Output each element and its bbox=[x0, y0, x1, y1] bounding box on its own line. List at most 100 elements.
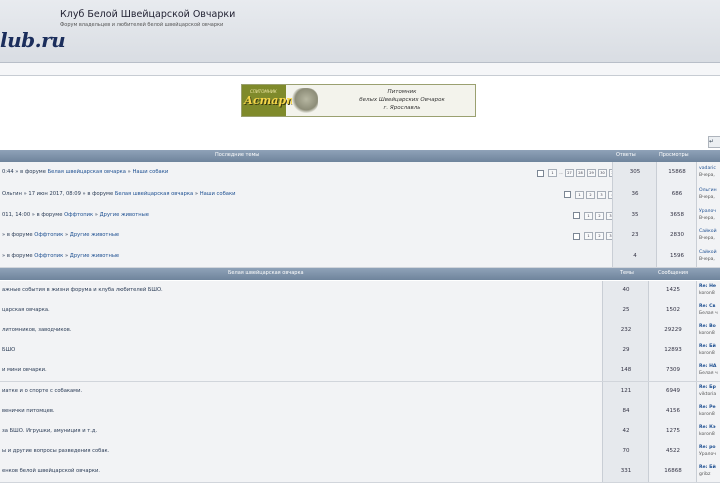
pages-icon bbox=[573, 232, 580, 240]
last-post-cell: Re: Кэ koron8 bbox=[696, 421, 720, 442]
forum-row[interactable]: ы и другие вопросы разведения собак. 70 45… bbox=[0, 441, 720, 463]
recent-topics-title: Последние темы bbox=[215, 152, 260, 158]
pagination: 1234 bbox=[564, 184, 617, 205]
forum-cell: енков белой швейцарской овчарки. bbox=[0, 461, 602, 482]
last-post-link[interactable]: Re: Бр bbox=[699, 385, 716, 390]
subforum-link[interactable]: Другие животные bbox=[100, 212, 149, 218]
page-link[interactable]: 27 bbox=[565, 169, 574, 177]
forum-link[interactable]: Белая швейцарская овчарка bbox=[48, 169, 126, 175]
last-post-author[interactable]: gribz bbox=[699, 472, 710, 477]
page-link[interactable]: 1 bbox=[584, 211, 593, 220]
page-link[interactable]: 1 bbox=[575, 190, 584, 199]
banner-line-3: г. Ярославль bbox=[383, 105, 421, 112]
jump-button[interactable]: ↵ bbox=[708, 136, 720, 148]
subforum-link[interactable]: Другие животные bbox=[70, 253, 119, 259]
forum-description[interactable]: енков белой швейцарской овчарки. bbox=[2, 468, 100, 474]
forum-row[interactable]: ажные события в жизни форума и клуба люб… bbox=[0, 281, 720, 302]
page-link[interactable]: 2 bbox=[595, 211, 604, 220]
topic-prefix: 011, 14:00 » в форуме bbox=[2, 211, 65, 218]
forum-row[interactable]: литомников, заводчиков. 232 29229 Re: Во kor… bbox=[0, 321, 720, 343]
last-post-author[interactable]: Уралоч bbox=[699, 209, 716, 214]
last-post-link[interactable]: Re: Не bbox=[699, 284, 716, 289]
page-link[interactable]: 2 bbox=[595, 232, 604, 240]
last-post-link[interactable]: Re: НА bbox=[699, 364, 717, 369]
forum-link[interactable]: Оффтопик bbox=[64, 212, 93, 218]
topic-row[interactable]: 011, 14:00 » в форуме Оффтопик » Другие … bbox=[0, 205, 720, 227]
last-post-link[interactable]: Re: ро bbox=[699, 445, 716, 450]
topic-row[interactable]: 0:44 » в форуме Белая швейцарская овчарк… bbox=[0, 162, 720, 185]
forum-cell: и мини овчарки. bbox=[0, 361, 602, 382]
site-logo[interactable]: lub.ru bbox=[0, 28, 66, 52]
page-link[interactable]: 1 bbox=[584, 232, 593, 240]
last-post-author[interactable]: Сайкой bbox=[699, 229, 717, 234]
last-post-author[interactable]: koron8 bbox=[699, 432, 715, 437]
category-title[interactable]: Белая швейцарская овчарка bbox=[228, 270, 304, 276]
page-link[interactable]: 28 bbox=[576, 169, 585, 177]
last-post-cell: Сайкой Вчера, bbox=[696, 226, 720, 246]
forum-row[interactable]: за БШО. Игрушки, амуниция и т.д. 42 1275 Re… bbox=[0, 421, 720, 443]
forum-description[interactable]: ажные события в жизни форума и клуба люб… bbox=[2, 287, 163, 293]
forum-cell: литомников, заводчиков. bbox=[0, 321, 602, 342]
forum-row[interactable]: БШО 29 12893 Re: Бй koron8 bbox=[0, 341, 720, 363]
topic-row[interactable]: » в форуме Оффтопик » Другие животные 1 2 3… bbox=[0, 226, 720, 247]
last-post-link[interactable]: Re: Св bbox=[699, 304, 715, 309]
last-post-cell: Сайкой Вчера, bbox=[696, 246, 720, 267]
last-post-link[interactable]: Re: Бй bbox=[699, 465, 716, 470]
page-link[interactable]: 2 bbox=[586, 190, 595, 199]
site-title[interactable]: Клуб Белой Швейцарской Овчарки bbox=[60, 9, 235, 20]
last-post-author[interactable]: Сайкой bbox=[699, 250, 717, 255]
topic-cell: Ольгин » 17 июн 2017, 08:09 » в форуме Б… bbox=[0, 184, 617, 205]
forum-description[interactable]: венички питомцев. bbox=[2, 408, 55, 414]
forum-link[interactable]: Оффтопик bbox=[34, 253, 63, 259]
reply-count: 23 bbox=[631, 232, 639, 238]
last-post-author[interactable]: Уралоч bbox=[699, 452, 716, 457]
forum-description[interactable]: царская овчарка. bbox=[2, 307, 50, 313]
forum-description[interactable]: и мини овчарки. bbox=[2, 367, 47, 373]
forum-description[interactable]: литомников, заводчиков. bbox=[2, 327, 71, 333]
last-post-link[interactable]: Re: Ре bbox=[699, 405, 716, 410]
kennel-banner[interactable]: СПИТОМНИК Астарта Питомник белых Швейцар… bbox=[241, 84, 476, 117]
subforum-link[interactable]: Наши собаки bbox=[132, 169, 168, 175]
page-link[interactable]: 1 bbox=[548, 169, 557, 177]
last-post-cell: Re: Бй koron8 bbox=[696, 341, 720, 362]
reply-count: 35 bbox=[631, 211, 639, 218]
forum-description[interactable]: ы и другие вопросы разведения собак. bbox=[2, 448, 109, 454]
forum-row[interactable]: царская овчарка. 25 1502 Re: Св Белая ч bbox=[0, 301, 720, 323]
forum-description[interactable]: за БШО. Игрушки, амуниция и т.д. bbox=[2, 428, 97, 434]
last-post-time: Вчера, bbox=[699, 256, 715, 262]
last-post-link[interactable]: Re: Бй bbox=[699, 344, 716, 349]
page-link[interactable]: 29 bbox=[587, 169, 596, 177]
last-post-link[interactable]: Re: Во bbox=[699, 324, 716, 329]
last-post-author[interactable]: koron8 bbox=[699, 412, 715, 417]
posts-cell: 7309 bbox=[648, 361, 697, 382]
subforum-link[interactable]: Другие животные bbox=[70, 232, 119, 238]
topic-count: 40 bbox=[622, 287, 630, 293]
post-count: 1502 bbox=[666, 307, 680, 314]
forum-cell: ажные события в жизни форума и клуба люб… bbox=[0, 281, 602, 301]
last-post-author[interactable]: Белая ч bbox=[699, 311, 718, 316]
topic-row[interactable]: Ольгин » 17 июн 2017, 08:09 » в форуме Б… bbox=[0, 184, 720, 206]
forum-description[interactable]: БШО bbox=[2, 347, 15, 353]
page-link[interactable]: 30 bbox=[598, 169, 607, 177]
forum-description[interactable]: иатке и о спорте с собаками. bbox=[2, 388, 82, 394]
forum-row[interactable]: и мини овчарки. 148 7309 Re: НА Белая ч bbox=[0, 361, 720, 383]
forum-link[interactable]: Белая швейцарская овчарка bbox=[115, 191, 193, 197]
forum-row[interactable]: иатке и о спорте с собаками. 121 6949 Re: Б… bbox=[0, 381, 720, 403]
topic-count: 232 bbox=[620, 327, 632, 334]
subforum-link[interactable]: Наши собаки bbox=[200, 191, 236, 197]
topics-cell: 121 bbox=[602, 381, 649, 402]
last-post-author[interactable]: koron8 bbox=[699, 291, 715, 296]
last-post-author[interactable]: Ольгин bbox=[699, 188, 717, 193]
last-post-author[interactable]: viktoria bbox=[699, 392, 716, 397]
last-post-author[interactable]: koron8 bbox=[699, 331, 715, 336]
last-post-author[interactable]: Белая ч bbox=[699, 371, 718, 376]
last-post-author[interactable]: koron8 bbox=[699, 351, 715, 356]
page-link[interactable]: 3 bbox=[597, 190, 606, 199]
replies-cell: 35 bbox=[612, 205, 657, 226]
topic-row[interactable]: » в форуме Оффтопик » Другие животные 4 15… bbox=[0, 246, 720, 268]
forum-row[interactable]: венички питомцев. 84 4156 Re: Ре koron8 bbox=[0, 401, 720, 423]
last-post-author[interactable]: vadaric bbox=[699, 166, 716, 171]
post-count: 16868 bbox=[664, 467, 682, 474]
last-post-link[interactable]: Re: Кэ bbox=[699, 425, 716, 430]
forum-link[interactable]: Оффтопик bbox=[34, 232, 63, 238]
